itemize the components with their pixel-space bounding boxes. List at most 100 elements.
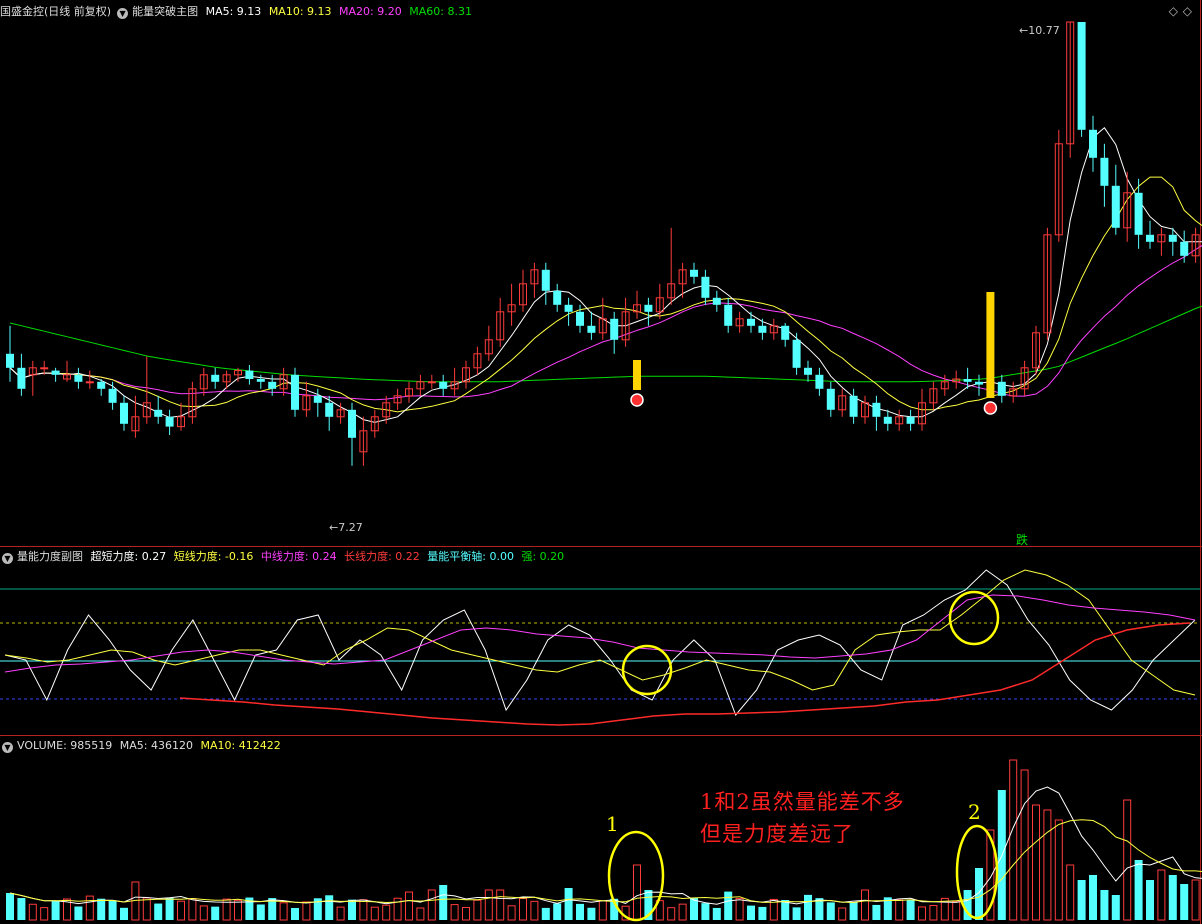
volume-bar: [701, 903, 710, 920]
candle-body: [564, 304, 573, 312]
volume-bar: [165, 897, 174, 920]
volume-bar: [370, 906, 379, 921]
volume-bar: [325, 895, 334, 920]
volume-bar: [712, 907, 721, 920]
volume-bar: [1009, 759, 1018, 921]
candle-body: [120, 402, 128, 424]
volume-bar: [405, 891, 413, 921]
volume-bar: [439, 885, 448, 920]
volume-bar: [1032, 804, 1040, 921]
volume-bar: [1134, 860, 1143, 920]
candle-body: [1077, 22, 1086, 130]
candle-body: [1111, 185, 1120, 228]
candle-body: [883, 416, 892, 424]
annotation-mark-1: 1: [606, 812, 619, 836]
candle-body: [85, 381, 94, 384]
ma10-line: [9, 176, 1202, 413]
long-force-line: [179, 622, 1191, 726]
candle-body: [154, 409, 163, 417]
candle-body: [211, 374, 220, 382]
volume-bar: [450, 904, 459, 921]
volume-bar: [416, 907, 425, 921]
candle-body: [541, 269, 550, 291]
volume-bar: [279, 902, 288, 921]
candle-body: [1134, 192, 1143, 235]
volume-bar: [211, 906, 220, 920]
volume-bar: [1180, 884, 1189, 920]
ultra-short-force-line: [4, 569, 1196, 716]
candle-body: [97, 381, 106, 389]
volume-bar: [747, 905, 755, 920]
candle-body: [997, 381, 1006, 396]
candle-body: [804, 367, 812, 375]
volume-bar: [74, 906, 83, 920]
low-price-label: ←7.27: [329, 521, 363, 534]
volume-bar: [576, 903, 584, 920]
volume-bar: [1077, 880, 1086, 920]
volume-bar: [40, 907, 49, 921]
volume-bar: [918, 906, 926, 921]
annotation-text-line2: 但是力度差远了: [700, 822, 854, 846]
candle-body: [781, 325, 790, 340]
volume-bar: [17, 898, 26, 920]
candle-body: [747, 318, 755, 326]
volume-bar: [427, 889, 436, 921]
candle-body: [256, 379, 265, 382]
high-price-label: ←10.77: [1019, 24, 1060, 37]
candle-body: [348, 409, 356, 438]
volume-bar: [188, 898, 197, 921]
volume-bar: [6, 893, 14, 920]
volume-bar: [564, 888, 573, 920]
volume-bar: [530, 900, 539, 921]
ma5-line: [9, 127, 1202, 423]
candle-body: [325, 402, 334, 417]
ma20-line: [9, 244, 1202, 401]
volume-bar: [724, 891, 733, 920]
volume-bar: [1123, 799, 1132, 921]
volume-bar: [120, 907, 128, 920]
candle-body: [51, 370, 60, 375]
candle-body: [165, 416, 174, 427]
candle-body: [74, 374, 83, 382]
volume-bar: [1089, 875, 1097, 920]
candle-body: [313, 395, 322, 403]
volume-bar: [1168, 875, 1177, 920]
volume-bar: [1157, 869, 1166, 921]
volume-ma5-line: [9, 786, 1202, 905]
highlight-circle-1: [621, 644, 673, 696]
volume-bar: [678, 903, 687, 921]
volume-bar: [496, 889, 505, 921]
volume-bar: [234, 899, 242, 921]
candle-body: [245, 370, 254, 379]
candle-body: [690, 269, 698, 277]
signal-label: 跌: [1016, 533, 1029, 547]
volume-bar: [382, 904, 391, 921]
signal-marker: [630, 393, 644, 407]
volume-bar: [849, 902, 858, 920]
candle-body: [553, 290, 562, 305]
volume-bar: [462, 906, 470, 921]
volume-bar: [792, 907, 801, 920]
volume-bar: [51, 900, 60, 920]
stock-chart[interactable]: [0, 0, 1202, 924]
candle-body: [1146, 234, 1154, 242]
volume-bar: [735, 897, 744, 921]
volume-bar: [473, 899, 482, 921]
volume-bar: [667, 907, 676, 921]
volume-bar: [336, 906, 345, 921]
volume-bar: [906, 899, 915, 920]
candle-body: [1168, 234, 1177, 242]
candle-body: [826, 388, 835, 410]
volume-bar: [838, 907, 847, 921]
volume-bar: [1043, 809, 1052, 921]
volume-bar: [85, 895, 94, 921]
volume-bar: [690, 898, 698, 920]
candle-body: [815, 374, 824, 389]
candle-body: [17, 367, 26, 389]
volume-bar: [633, 864, 641, 921]
volume-bar: [108, 901, 117, 920]
volume-bar: [291, 907, 299, 920]
volume-bar: [952, 901, 961, 921]
volume-bar: [598, 900, 607, 921]
candle-body: [1089, 129, 1097, 158]
